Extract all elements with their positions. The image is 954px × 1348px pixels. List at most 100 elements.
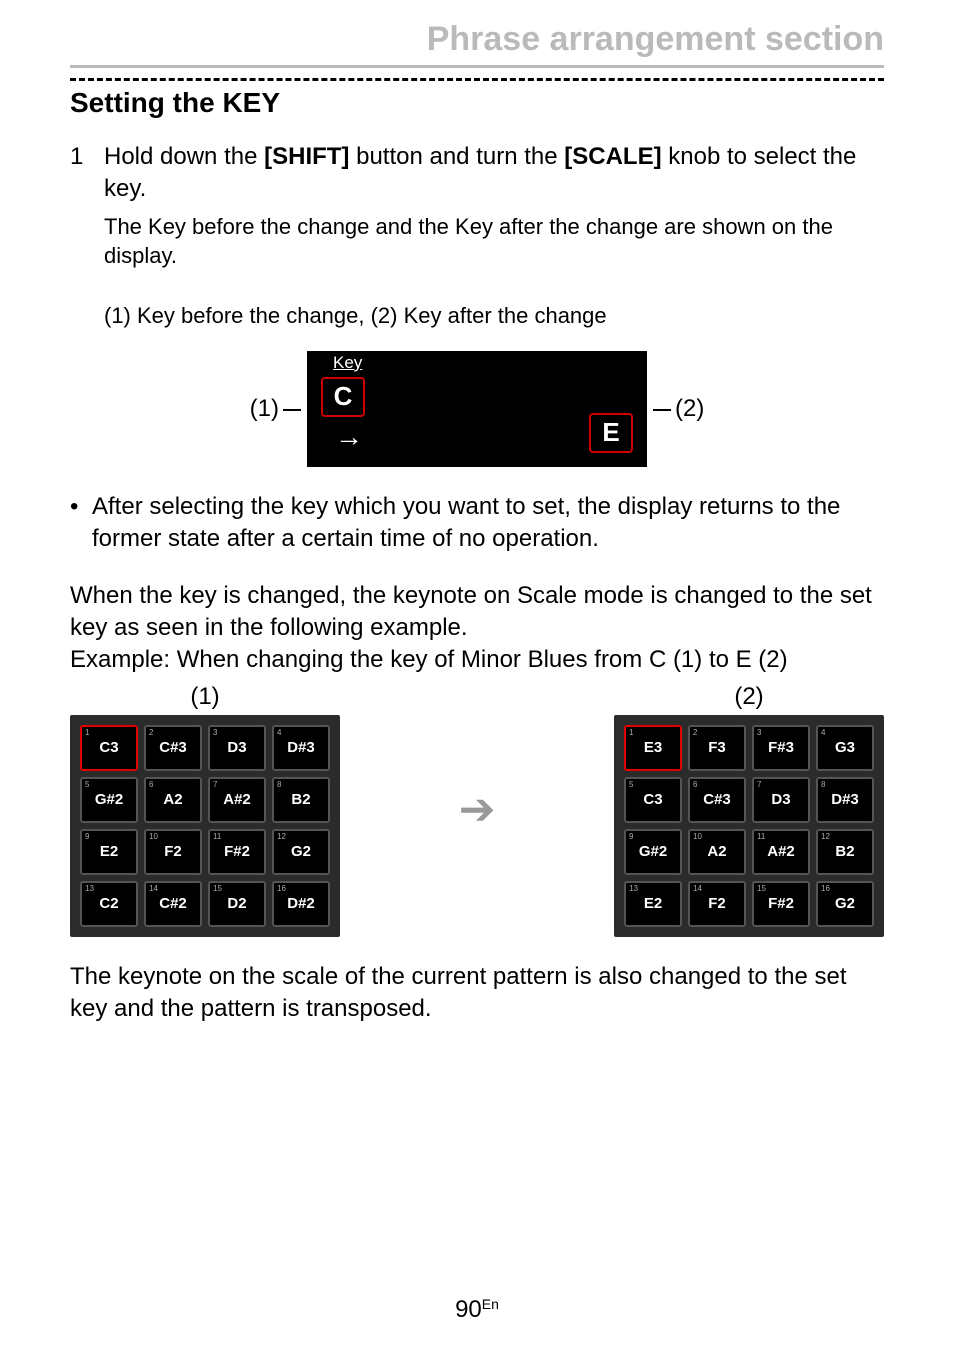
shift-button-ref: [SHIFT] [264,143,349,170]
pad-note-label: D#2 [287,895,315,912]
pad-note-label: A2 [163,791,182,808]
section-title: Setting the KEY [70,87,884,119]
pad-number: 4 [821,728,825,737]
pad-number: 5 [85,780,89,789]
pad-note-label: C3 [99,739,118,756]
scale-knob-ref: [SCALE] [564,143,661,170]
step-text-2: button and turn the [349,143,564,170]
step-body: Hold down the [SHIFT] button and turn th… [104,141,884,206]
pad-number: 8 [821,780,825,789]
pad-note-label: B2 [291,791,310,808]
pad: 11F#2 [208,829,266,875]
pad-number: 16 [277,884,286,893]
step-number: 1 [70,141,104,206]
pad-number: 6 [149,780,153,789]
pad-number: 1 [629,728,633,737]
grid-column-2: (2) 1E32F33F#34G35C36C#37D38D#39G#210A21… [614,683,884,937]
pad-note-label: E3 [644,739,662,756]
pad-note-label: E2 [644,895,662,912]
pad: 10F2 [144,829,202,875]
pad-note-label: B2 [835,843,854,860]
header-divider [70,65,884,68]
callout-line-left [283,409,301,411]
pad: 11A#2 [752,829,810,875]
paragraph-transpose: The keynote on the scale of the current … [70,961,884,1026]
bullet-text: After selecting the key which you want t… [92,491,884,556]
pad: 12B2 [816,829,874,875]
pad-number: 7 [757,780,761,789]
page-header-title: Phrase arrangement section [70,20,884,59]
key-display-figure: (1) Key C → E (2) [70,351,884,467]
pad-number: 3 [757,728,761,737]
pad: 8D#3 [816,777,874,823]
pad-number: 6 [693,780,697,789]
pad-note-label: G#2 [95,791,123,808]
pad: 1 C3 [80,725,138,771]
pad-number: 14 [149,884,158,893]
callout-2: (2) [653,395,704,423]
page-number-suffix: En [482,1296,499,1312]
callout-line-right [653,409,671,411]
pad-number: 9 [629,832,633,841]
pad: 8 B2 [272,777,330,823]
grid-label-1: (1) [70,683,340,711]
pad-note-label: A#2 [223,791,251,808]
pad-note-label: F2 [164,843,182,860]
grid-label-2: (2) [614,683,884,711]
pad-number: 5 [629,780,633,789]
display-key-label: Key [333,353,362,373]
pad-number: 4 [277,728,281,737]
pad: 4D#3 [272,725,330,771]
pad-note-label: E2 [100,843,118,860]
pad-number: 8 [277,780,281,789]
pad: 14F2 [688,881,746,927]
pad-number: 16 [821,884,830,893]
pad-note-label: F3 [708,739,726,756]
pad: 6 C#3 [688,777,746,823]
pad: 15F#2 [752,881,810,927]
pad-number: 13 [85,884,94,893]
pad: 2 F3 [688,725,746,771]
pad: 7 D3 [752,777,810,823]
pad: 16D#2 [272,881,330,927]
pad-note-label: C#3 [703,791,731,808]
pad-note-label: D3 [227,739,246,756]
pad-note-label: C3 [643,791,662,808]
pad-note-label: A#2 [767,843,795,860]
pad: 12G2 [272,829,330,875]
figure-legend: (1) Key before the change, (2) Key after… [104,301,884,331]
pad-number: 11 [213,832,221,841]
paragraph-key-change: When the key is changed, the keynote on … [70,580,884,645]
callout-2-text: (2) [675,395,704,422]
pad-note-label: F#3 [768,739,794,756]
pad-note-label: G3 [835,739,855,756]
paragraph-example: Example: When changing the key of Minor … [70,644,884,676]
pad: 4 G3 [816,725,874,771]
pad-number: 11 [757,832,765,841]
pad-number: 7 [213,780,217,789]
pad: 3 F#3 [752,725,810,771]
pad-note-label: A2 [707,843,726,860]
callout-1: (1) [250,395,301,423]
pad-number: 1 [85,728,89,737]
pad-note-label: F#2 [768,895,794,912]
note-bullet: • After selecting the key which you want… [70,491,884,556]
callout-1-text: (1) [250,395,279,422]
pad-note-label: D2 [227,895,246,912]
pad-grid-2: 1E32F33F#34G35C36C#37D38D#39G#210A211A#2… [614,715,884,937]
pad-grids-figure: (1) 1C32C#33D34D#35G#26A27A#28B29E210F21… [70,683,884,937]
pad-note-label: C#3 [159,739,187,756]
key-before-box: C [321,377,365,417]
pad: 7 A#2 [208,777,266,823]
pad-note-label: G2 [835,895,855,912]
pad-number: 2 [693,728,697,737]
arrow-right-icon: ➔ [459,784,496,835]
pad-note-label: D3 [771,791,790,808]
pad: 13C2 [80,881,138,927]
pad: 3D3 [208,725,266,771]
pad-number: 12 [277,832,286,841]
pad: 2C#3 [144,725,202,771]
pad-note-label: F2 [708,895,726,912]
key-arrow-icon: → [335,421,363,453]
grid-column-1: (1) 1C32C#33D34D#35G#26A27A#28B29E210F21… [70,683,340,937]
